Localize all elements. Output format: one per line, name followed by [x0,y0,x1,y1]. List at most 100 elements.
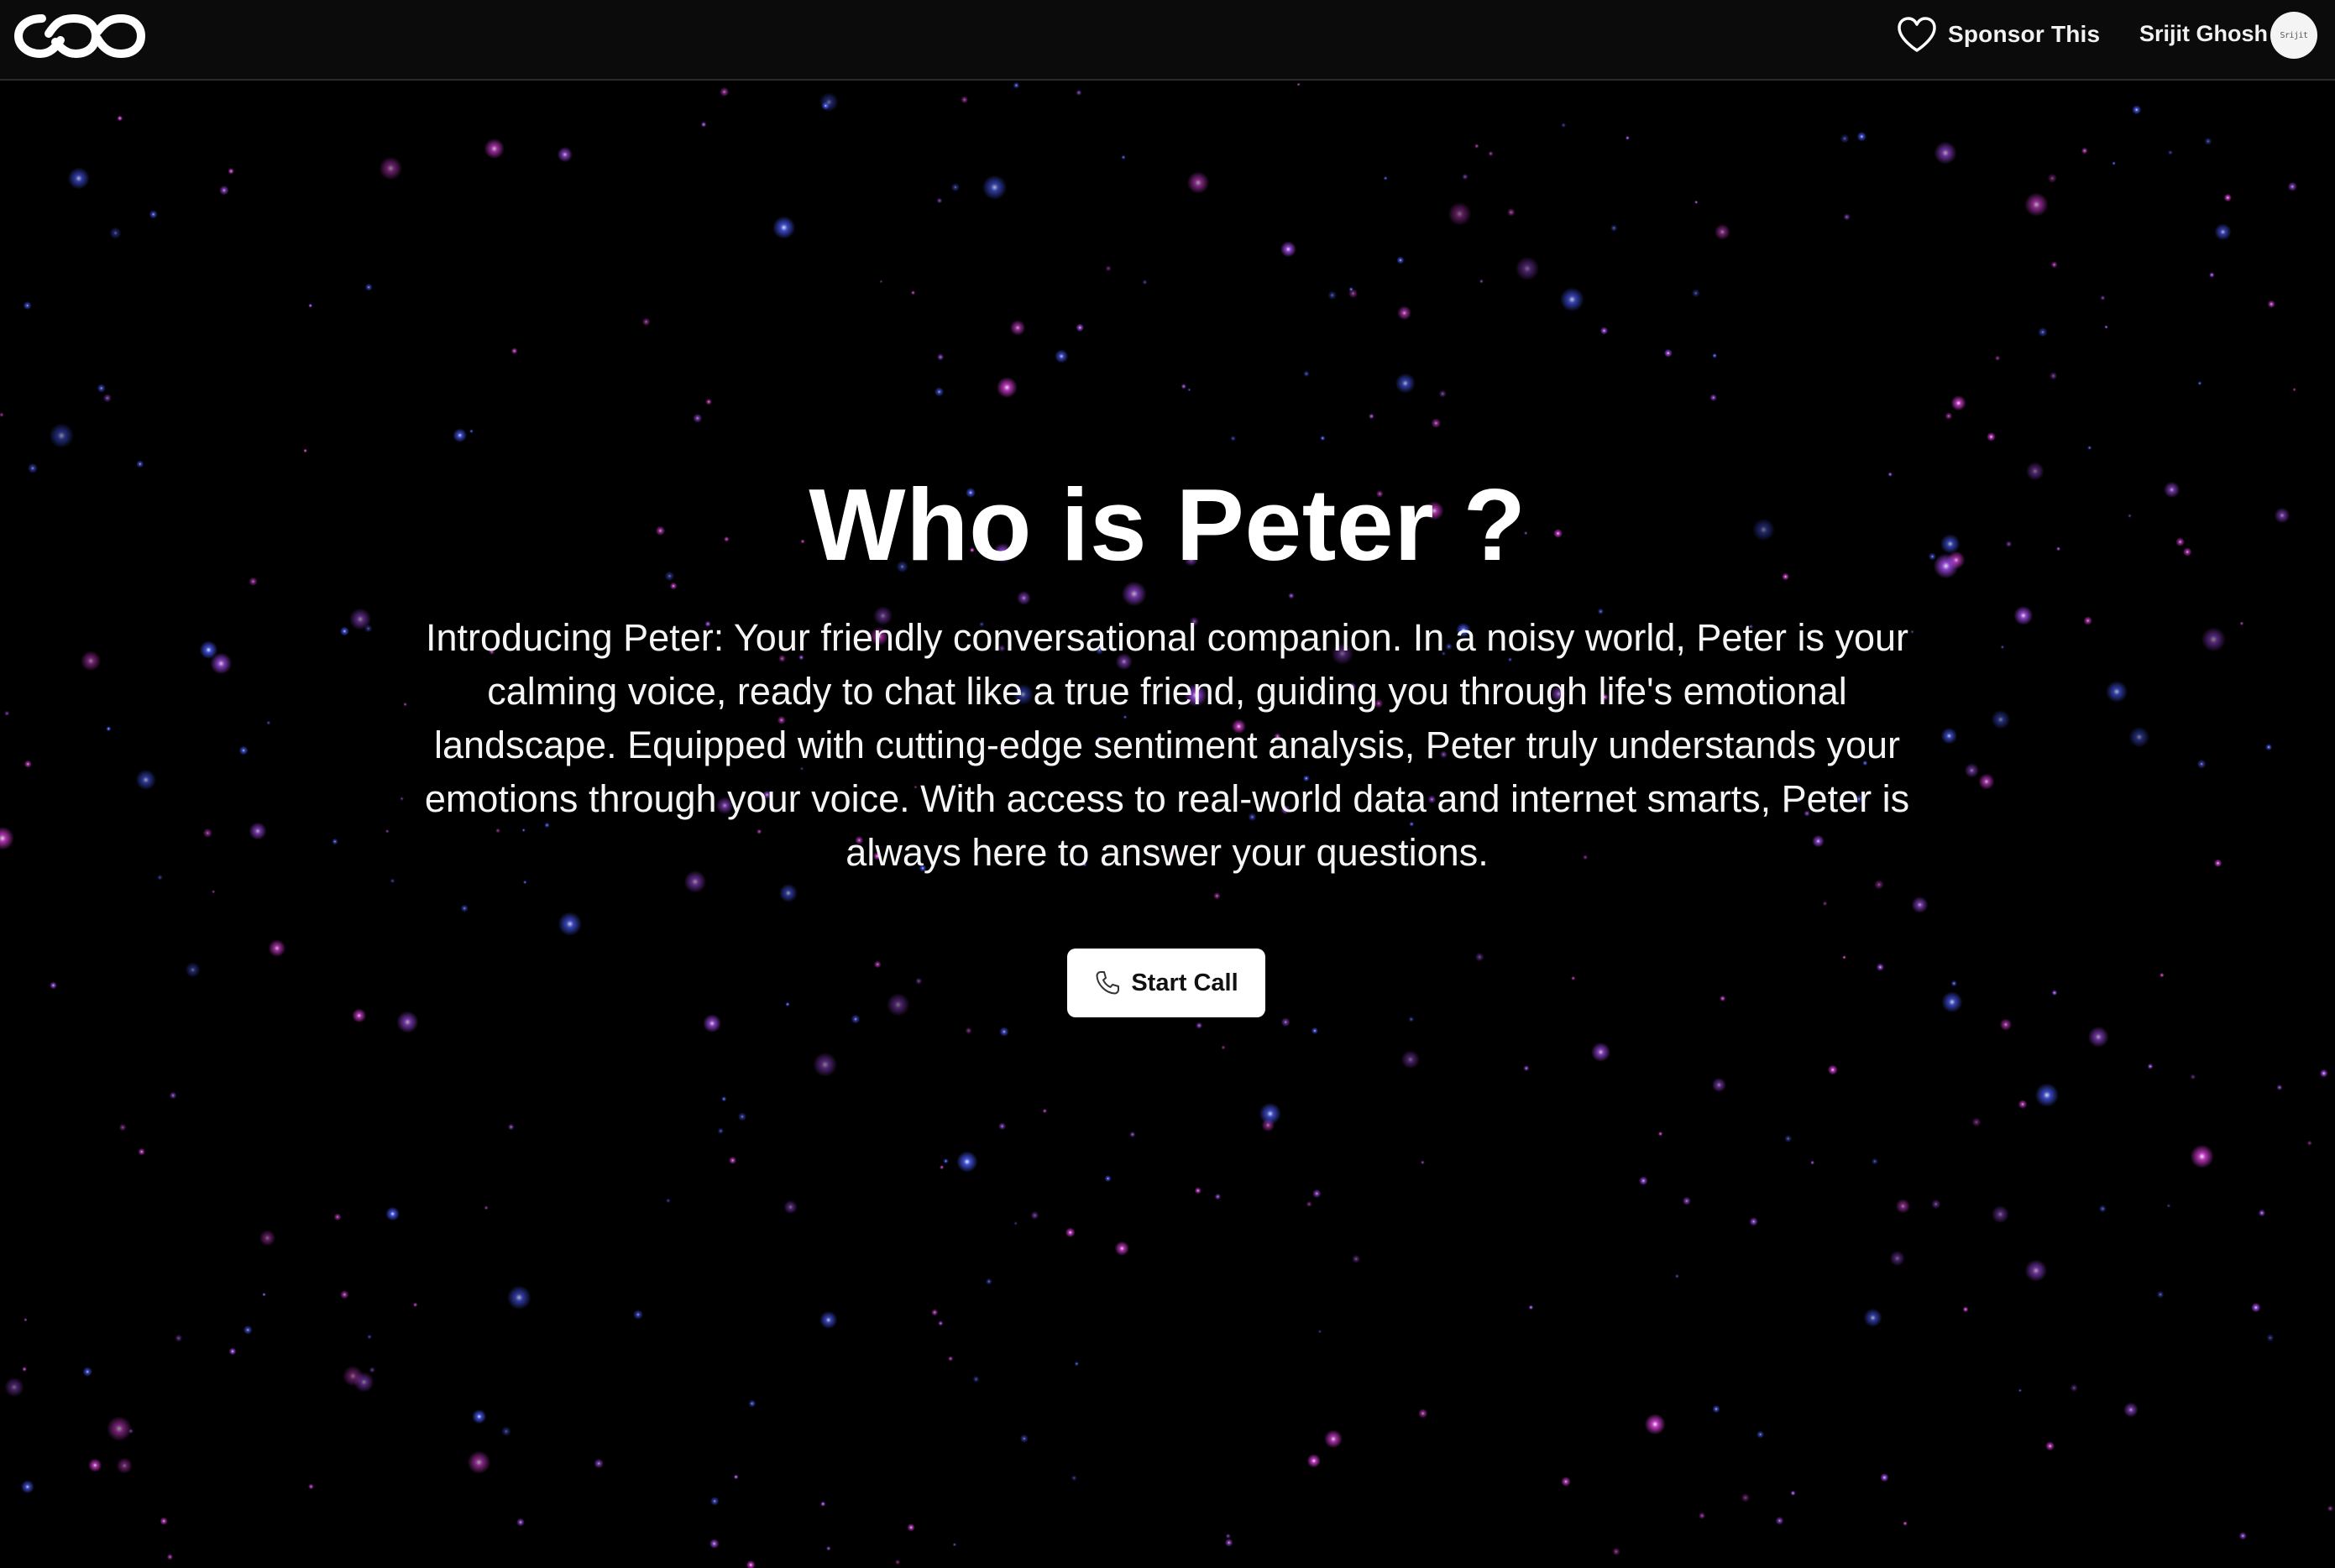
star [259,1230,276,1247]
star [821,102,830,110]
star [2204,137,2212,145]
avatar-text: Srijit [2280,30,2308,40]
star [1843,213,1851,221]
star [2214,223,2232,241]
star [212,890,216,894]
star [700,122,707,128]
star [1822,901,1828,907]
star [1663,348,1673,358]
star [118,1123,127,1132]
star [947,1356,954,1362]
sponsor-button[interactable]: Sponsor This [1896,13,2100,55]
star [364,283,373,291]
star [1978,773,1995,790]
star [1408,1016,1415,1022]
star [22,1367,27,1372]
sponsor-label: Sponsor This [1948,21,2101,47]
star [266,720,271,725]
star [950,183,960,192]
star [157,874,163,881]
star [1009,320,1026,336]
star [1418,1409,1428,1419]
star [982,175,1008,200]
star [379,156,403,180]
star [915,977,923,985]
star [1397,306,1412,321]
star [210,652,233,675]
star [2238,1532,2247,1540]
star [1638,1176,1648,1186]
star [1507,208,1516,217]
star [340,1290,349,1299]
star [1488,150,1494,157]
star [1714,223,1730,240]
star [106,726,112,732]
star [2045,1441,2055,1451]
star [308,1483,314,1490]
star [1230,435,1237,442]
star [333,1213,342,1221]
star [2190,1074,2196,1080]
star [1104,1175,1112,1182]
star [820,1501,826,1507]
star [390,878,395,884]
star [703,1014,721,1033]
star [1317,1330,1322,1334]
star [996,377,1018,399]
star [1224,1538,1233,1547]
star [262,1293,266,1297]
star [1348,286,1353,292]
star [109,227,122,239]
star [138,1147,145,1156]
star [1950,395,1966,411]
star [149,210,158,219]
star [772,216,796,239]
star [2128,726,2150,748]
star [720,86,730,97]
star [999,1027,1009,1037]
star [1181,384,1187,389]
star [1479,279,1484,284]
star [1187,388,1191,392]
star [1186,171,1210,194]
star [2287,181,2297,191]
star [88,1458,102,1472]
start-call-button[interactable]: Start Call [1067,949,1265,1017]
star [2083,616,2092,625]
star [709,1539,720,1549]
star [943,1158,949,1164]
star [1395,373,1416,394]
star [1114,1241,1130,1257]
star [778,883,798,902]
star [931,1309,939,1316]
star [2201,627,2226,652]
star [1962,1306,1969,1313]
star [952,1542,957,1547]
star [1448,201,1472,226]
star [516,1518,525,1527]
user-name[interactable]: Srijit Ghosh [2139,18,2268,49]
star [243,1325,253,1335]
star [2167,149,2173,155]
phone-icon [1096,971,1120,995]
star [783,1200,798,1215]
star [2213,859,2222,868]
avatar[interactable]: Srijit [2270,12,2317,59]
star [746,1560,756,1568]
star [352,1008,367,1023]
infinity-links-logo-icon[interactable] [12,8,146,64]
star [873,960,882,969]
star [1019,1434,1029,1443]
star [940,1164,945,1170]
star [1674,1273,1679,1278]
star [484,139,505,159]
star [1561,123,1567,128]
page-title: Who is Peter ? [809,468,1526,582]
star [175,1334,183,1342]
star [2106,681,2128,703]
star [2209,272,2215,278]
star [2112,161,2117,166]
star [469,429,474,434]
star [1810,1160,1815,1165]
star [1221,1045,1226,1050]
